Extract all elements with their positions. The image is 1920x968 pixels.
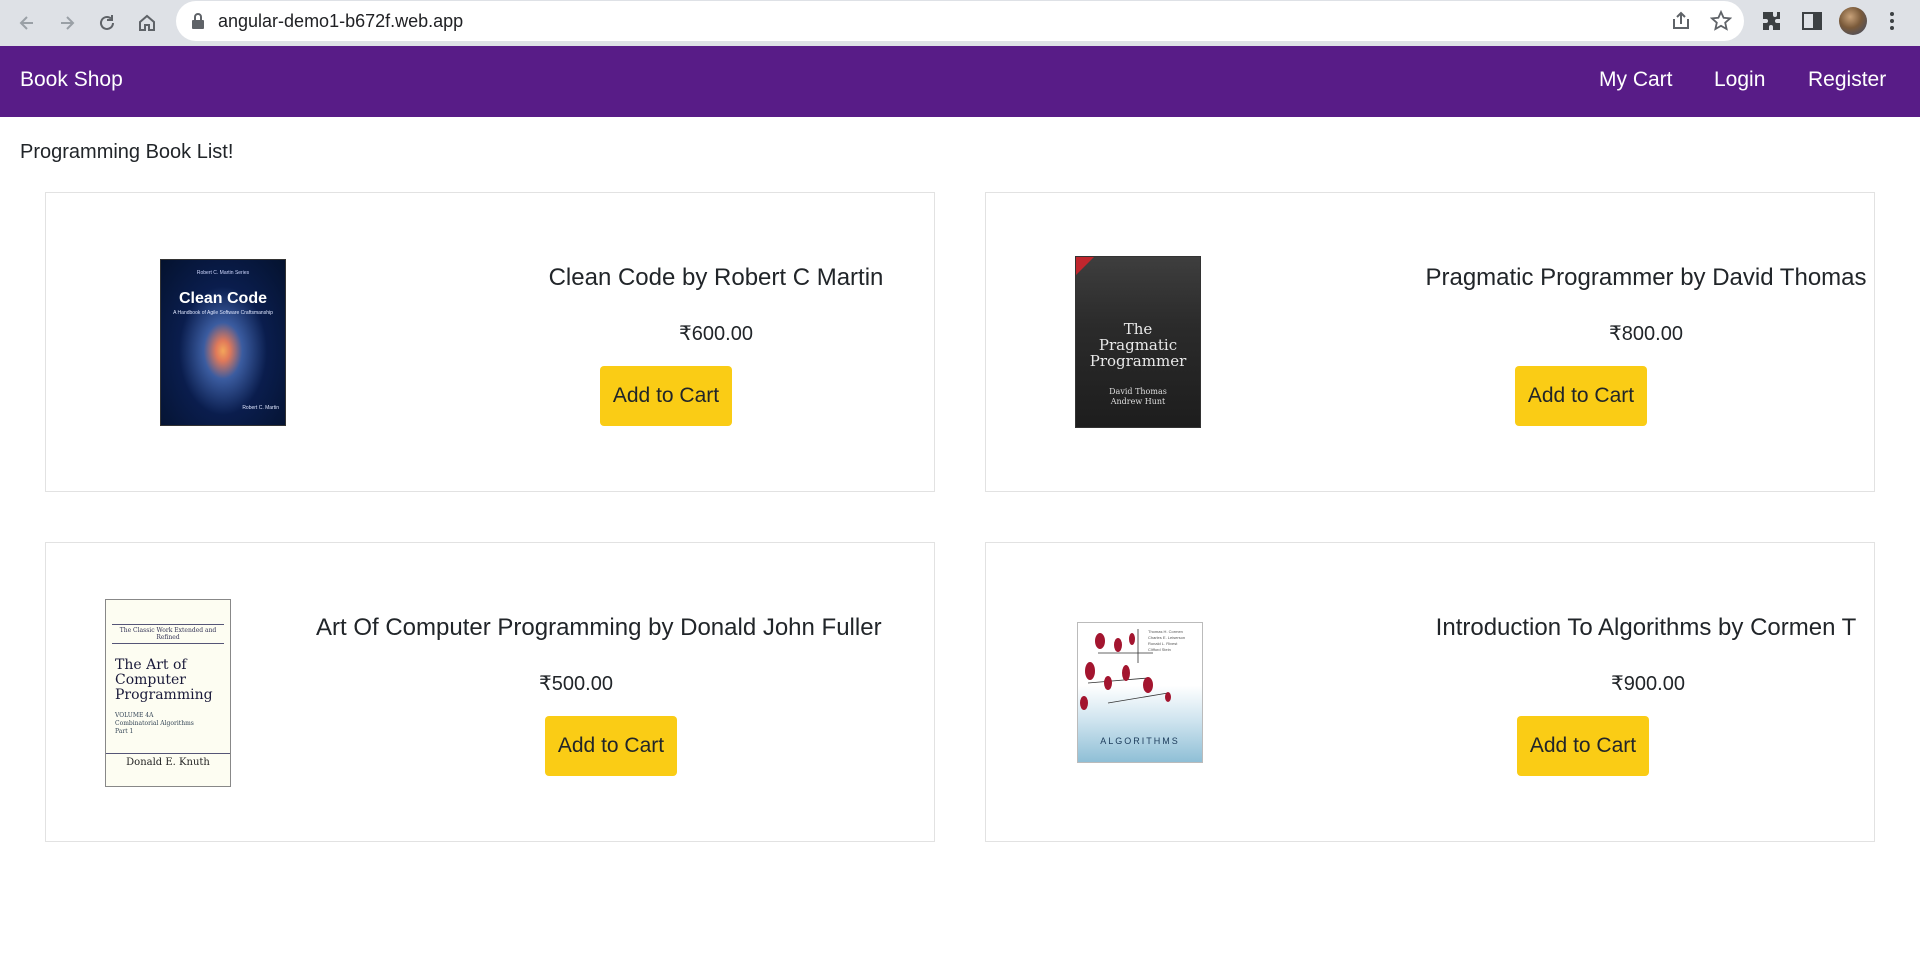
brand-link[interactable]: Book Shop (20, 68, 123, 92)
reload-icon (100, 15, 114, 30)
book-title: Pragmatic Programmer by David Thomas (1425, 264, 1867, 291)
cover-author: Robert C. Martin (242, 405, 279, 411)
bookmark-star-icon[interactable] (1710, 10, 1732, 32)
address-bar[interactable]: angular-demo1-b672f.web.app (176, 1, 1744, 41)
url-text: angular-demo1-b672f.web.app (218, 11, 464, 31)
reload-button[interactable] (90, 6, 124, 40)
page-title: Programming Book List! (20, 141, 234, 163)
add-to-cart-button[interactable]: Add to Cart (1517, 716, 1649, 776)
book-title: Clean Code by Robert C Martin (548, 264, 884, 291)
book-cover-image: The Pragmatic Programmer David Thomas An… (1075, 256, 1201, 428)
lock-icon (192, 13, 204, 29)
cover-author: David Thomas Andrew Hunt (1109, 387, 1167, 406)
cover-series: Robert C. Martin Series (196, 270, 250, 276)
book-card: Thomas H. Cormen Charles E. Leiserson Ro… (985, 542, 1875, 842)
share-icon[interactable] (1670, 10, 1692, 32)
add-to-cart-button[interactable]: Add to Cart (545, 716, 677, 776)
home-icon (139, 14, 155, 31)
book-price: ₹500.00 (539, 673, 613, 695)
cover-title: Clean Code (178, 290, 267, 307)
book-cover-image: The Classic Work Extended and Refined Th… (105, 599, 231, 787)
cover-title: The Pragmatic Programmer (1089, 320, 1187, 370)
book-cover-image: Robert C. Martin Series Clean Code A Han… (160, 259, 286, 426)
cover-volume: VOLUME 4A Combinatorial Algorithms Part … (115, 712, 194, 735)
nav-link-my-cart[interactable]: My Cart (1599, 68, 1673, 92)
home-button[interactable] (130, 6, 164, 40)
book-title: Art Of Computer Programming by Donald Jo… (316, 614, 882, 641)
book-card: The Classic Work Extended and Refined Th… (45, 542, 935, 842)
forward-button[interactable] (50, 6, 84, 40)
back-arrow-icon (19, 16, 33, 30)
app-navbar: Book Shop My Cart Login Register (0, 46, 1920, 117)
cover-title: The Art of Computer Programming (115, 657, 213, 703)
cover-subtitle: A Handbook of Agile Software Craftsmansh… (173, 310, 273, 316)
nav-link-register[interactable]: Register (1808, 68, 1886, 92)
book-card: Robert C. Martin Series Clean Code A Han… (45, 192, 935, 492)
forward-arrow-icon (61, 16, 75, 30)
browser-toolbar: angular-demo1-b672f.web.app (0, 0, 1920, 46)
book-card: The Pragmatic Programmer David Thomas An… (985, 192, 1875, 492)
profile-avatar[interactable] (1839, 7, 1867, 35)
book-cover-image: Thomas H. Cormen Charles E. Leiserson Ro… (1077, 622, 1203, 763)
extensions-icon[interactable] (1760, 9, 1784, 33)
cover-title: ALGORITHMS (1100, 736, 1180, 746)
nav-link-login[interactable]: Login (1714, 68, 1765, 92)
book-price: ₹900.00 (1611, 673, 1685, 695)
side-panel-icon[interactable] (1800, 9, 1824, 33)
cover-header: The Classic Work Extended and Refined (112, 624, 224, 644)
cover-badge (1076, 257, 1094, 275)
book-price: ₹800.00 (1609, 323, 1683, 345)
book-title: Introduction To Algorithms by Cormen T (1435, 614, 1857, 641)
back-button[interactable] (10, 6, 44, 40)
book-price: ₹600.00 (679, 323, 753, 345)
menu-kebab-icon[interactable] (1880, 9, 1904, 33)
add-to-cart-button[interactable]: Add to Cart (1515, 366, 1647, 426)
add-to-cart-button[interactable]: Add to Cart (600, 366, 732, 426)
cover-author: Donald E. Knuth (106, 753, 230, 768)
